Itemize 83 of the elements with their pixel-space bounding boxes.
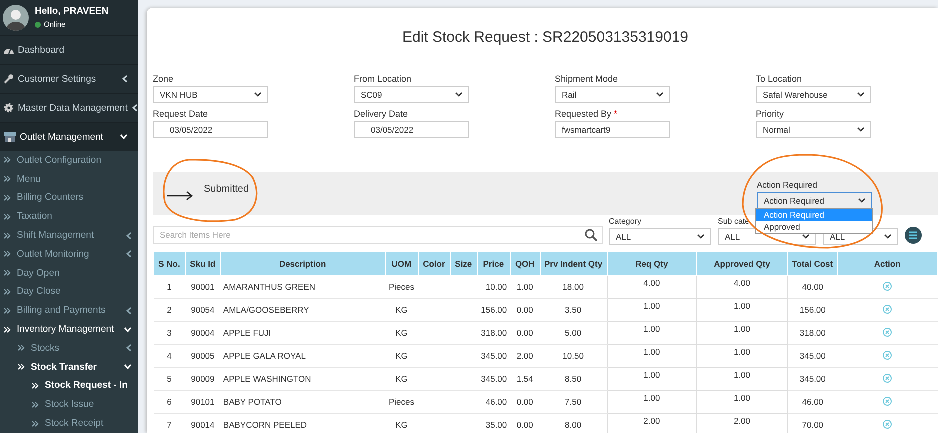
table-cell: 3.50 [540, 298, 607, 322]
table-cell: KG [385, 368, 418, 390]
table-cell: 90009 [185, 368, 220, 390]
table-cell: 0.00 [510, 414, 540, 433]
table-cell: 318.00 [788, 322, 838, 344]
field-label: Action Required [757, 180, 818, 190]
table-cell: AMARANTHUS GREEN [220, 276, 386, 298]
table-cell: 18.00 [540, 276, 607, 298]
user-greeting: Hello, PRAVEEN [35, 6, 109, 17]
table-cell: APPLE FUJI [220, 322, 386, 344]
table-cell: 156.00 [788, 298, 838, 322]
table-cell: 1.00 [607, 344, 697, 368]
required-icon: * [614, 109, 618, 119]
table-cell: 3 [154, 322, 186, 344]
table-cell: 2 [154, 298, 186, 322]
table-cell: 46.00 [477, 390, 510, 414]
table-cell: 90001 [185, 276, 220, 298]
field-label: Priority [756, 109, 786, 119]
table-cell: 35.00 [477, 414, 510, 433]
table-cell: 1.00 [607, 390, 697, 414]
table-cell: 5.00 [540, 322, 607, 344]
table-cell: 318.00 [477, 322, 510, 344]
table-cell: KG [385, 322, 418, 344]
field-label: Category [609, 217, 642, 227]
table-cell: 2.00 [607, 414, 697, 433]
field-label: Delivery Date [354, 109, 410, 119]
status-text: Submitted [204, 184, 250, 196]
table-cell: 7.50 [540, 390, 607, 414]
table-cell: 156.00 [477, 298, 510, 322]
table-cell: 1.00 [696, 322, 788, 344]
table-cell: 8.50 [540, 368, 607, 390]
table-cell: 4.00 [696, 276, 788, 298]
field-label: From Location [354, 74, 413, 84]
table-cell: 345.00 [477, 344, 510, 368]
table-cell: 1.54 [510, 368, 540, 390]
table-cell: 1.00 [607, 368, 697, 390]
table-cell: 1.00 [696, 298, 788, 322]
table-cell: 1.00 [696, 344, 788, 368]
table-cell: 0.00 [510, 322, 540, 344]
table-cell: BABY POTATO [220, 390, 386, 414]
table-cell: KG [385, 344, 418, 368]
table-cell: 345.00 [788, 344, 838, 368]
field-label: Request Date [153, 109, 210, 119]
table-cell: 46.00 [788, 390, 838, 414]
table-cell: 10.00 [477, 276, 510, 298]
table-cell: 1.00 [510, 276, 540, 298]
table-cell: 90101 [185, 390, 220, 414]
field-label: To Location [756, 74, 804, 84]
table-cell: 90004 [185, 322, 220, 344]
table-cell: 90005 [185, 344, 220, 368]
table-cell: 90014 [185, 414, 220, 433]
table-cell: 90054 [185, 298, 220, 322]
table-cell: KG [385, 298, 418, 322]
table-cell: APPLE WASHINGTON [220, 368, 386, 390]
table-cell: 4.00 [607, 276, 697, 298]
field-label: Zone [153, 74, 175, 84]
table-cell: 1.00 [696, 390, 788, 414]
table-cell: APPLE GALA ROYAL [220, 344, 386, 368]
table-cell: 4 [154, 344, 186, 368]
table-cell: 0.00 [510, 298, 540, 322]
table-cell: BABYCORN PEELED [220, 414, 386, 433]
table-cell: 1.00 [607, 298, 697, 322]
table-cell: 5 [154, 368, 186, 390]
table-cell: Pieces [385, 276, 418, 298]
table-cell: Pieces [385, 390, 418, 414]
table-cell: 345.00 [477, 368, 510, 390]
table-cell: 8.00 [540, 414, 607, 433]
field-label: Shipment Mode [555, 74, 620, 84]
table-cell: AMLA/GOOSEBERRY [220, 298, 386, 322]
field-label: Requested By * [555, 109, 619, 119]
table-cell: 6 [154, 390, 186, 414]
table-cell: 70.00 [788, 414, 838, 433]
table-cell: 1.00 [607, 322, 697, 344]
table-cell: 345.00 [788, 368, 838, 390]
page-title: Edit Stock Request : SR220503135319019 [401, 28, 690, 48]
table-cell: 2.00 [510, 344, 540, 368]
table-cell: 40.00 [788, 276, 838, 298]
table-cell: 0.00 [510, 390, 540, 414]
table-cell: KG [385, 414, 418, 433]
table-cell: 10.50 [540, 344, 607, 368]
table-cell: 1.00 [696, 368, 788, 390]
table-cell: 1 [154, 276, 186, 298]
table-cell: 7 [154, 414, 186, 433]
